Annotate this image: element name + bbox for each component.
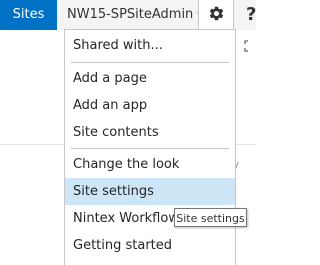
menu-item-site-settings[interactable]: Site settings [65,178,235,205]
menu-item-change-the-look[interactable]: Change the look [65,151,235,178]
suite-bar: Sites NW15-SPSiteAdmin ? [0,0,256,30]
user-name: NW15-SPSiteAdmin [67,7,194,22]
menu-separator [71,62,229,63]
menu-item-shared-with[interactable]: Shared with... [65,32,235,59]
menu-item-getting-started[interactable]: Getting started [65,232,235,259]
settings-button[interactable] [198,0,234,30]
tooltip: Site settings [174,208,247,227]
menu-separator [71,148,229,149]
menu-item-add-an-app[interactable]: Add an app [65,92,235,119]
menu-item-add-a-page[interactable]: Add a page [65,65,235,92]
user-menu-button[interactable]: NW15-SPSiteAdmin [57,0,206,30]
menu-item-site-contents[interactable]: Site contents [65,119,235,146]
sites-link[interactable]: Sites [0,0,57,30]
help-icon[interactable]: ? [246,0,256,30]
focus-mode-icon[interactable] [244,40,258,52]
gear-icon [209,6,224,21]
settings-menu: Shared with... Add a page Add an app Sit… [64,29,236,265]
